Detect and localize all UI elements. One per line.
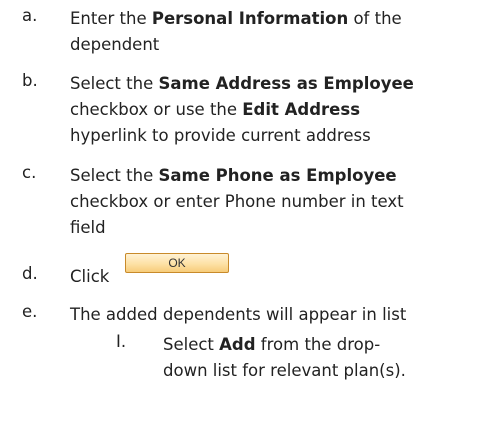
text-run: field xyxy=(70,218,106,237)
text-run: Select the xyxy=(70,166,159,185)
list-marker: e. xyxy=(22,302,38,321)
text-line: hyperlink to provide current address xyxy=(70,123,470,149)
list-marker: b. xyxy=(22,71,38,90)
bold-term: Add xyxy=(219,335,256,354)
text-run: checkbox or enter Phone number in text xyxy=(70,192,404,211)
text-run: Select xyxy=(163,335,220,354)
list-item-text: Enter the Personal Information of the dep… xyxy=(70,6,470,58)
list-item-text: Select the Same Address as Employee check… xyxy=(70,71,470,149)
list-item-text: Select the Same Phone as Employee checkbo… xyxy=(70,163,470,241)
text-line: checkbox or use the Edit Address xyxy=(70,97,470,123)
list-item-text: The added dependents will appear in list xyxy=(70,302,470,328)
text-run: hyperlink to provide current address xyxy=(70,126,371,145)
text-line: The added dependents will appear in list xyxy=(70,302,470,328)
text-run: checkbox or use the xyxy=(70,100,243,119)
text-line: Enter the Personal Information of the xyxy=(70,6,470,32)
bold-term: Edit Address xyxy=(242,100,361,119)
bold-term: Same Phone as Employee xyxy=(158,166,397,185)
text-run: from the drop- xyxy=(255,335,381,354)
text-run: The added dependents will appear in list xyxy=(70,305,407,324)
text-run: Enter the xyxy=(70,9,152,28)
instruction-page: a. Enter the Personal Information of the… xyxy=(0,0,487,422)
text-line: down list for relevant plan(s). xyxy=(163,358,473,384)
list-marker: a. xyxy=(22,6,38,25)
text-line: Select the Same Address as Employee xyxy=(70,71,470,97)
bold-term: Personal Information xyxy=(151,9,349,28)
bold-term: Same Address as Employee xyxy=(158,74,414,93)
text-line: dependent xyxy=(70,32,470,58)
text-run: down list for relevant plan(s). xyxy=(163,361,406,380)
text-line: Select the Same Phone as Employee xyxy=(70,163,470,189)
text-run: dependent xyxy=(70,35,160,54)
text-run: Select the xyxy=(70,74,159,93)
text-line: checkbox or enter Phone number in text xyxy=(70,189,470,215)
text-run: Click xyxy=(70,267,110,286)
ok-button[interactable]: OK xyxy=(125,253,229,273)
text-line: Select Add from the drop- xyxy=(163,332,473,358)
list-marker: d. xyxy=(22,264,38,283)
list-marker: c. xyxy=(22,163,37,182)
sub-list-marker: I. xyxy=(116,332,127,351)
sub-list-item-text: Select Add from the drop-down list for r… xyxy=(163,332,473,384)
text-line: field xyxy=(70,215,470,241)
text-run: of the xyxy=(348,9,402,28)
